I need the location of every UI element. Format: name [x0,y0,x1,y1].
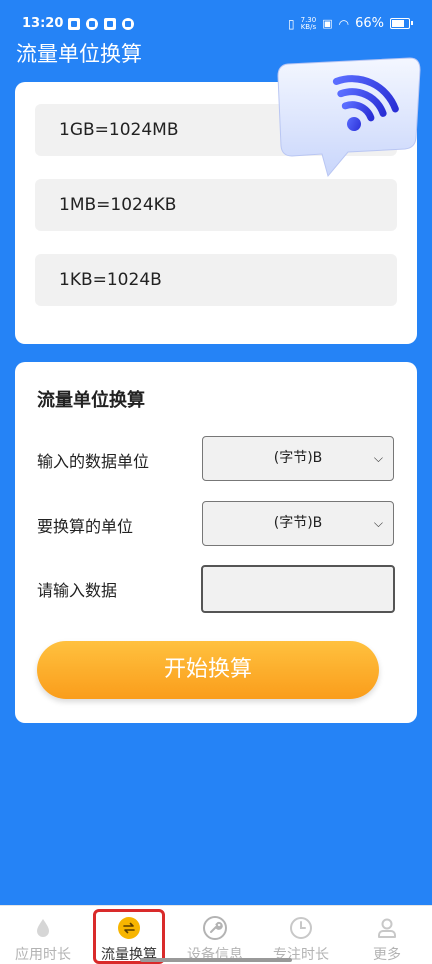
input-unit-label: 输入的数据单位 [37,452,150,471]
nav-item-device-info[interactable]: 设备信息 [172,906,258,964]
start-convert-button[interactable]: 开始换算 [37,641,379,699]
chat-notification-icon [122,18,134,30]
unit-rules-card: 1GB=1024MB 1MB=1024KB 1KB=1024B [15,57,421,344]
input-unit-value: (字节)B [273,450,323,466]
drop-icon [37,919,49,937]
wifi-icon: ◠ [338,16,350,31]
status-bar: 13:20 ▯ 7.30 KB/s ▣ ◠ 66% [0,0,432,36]
data-input-label: 请输入数据 [37,581,118,600]
conversion-form-card: 流量单位换算 输入的数据单位 (字节)B ⌵ 要换算的单位 (字节)B ⌵ 请输… [15,362,417,723]
data-input[interactable] [201,565,395,613]
target-unit-label: 要换算的单位 [37,517,134,536]
signal-bubble-icon [277,57,421,178]
media-notification-icon [68,18,80,30]
battery-icon [390,18,413,29]
chevron-down-icon: ⌵ [373,451,383,465]
nav-item-focus-time[interactable]: 专注时长 [258,906,344,964]
vibrate-icon: ▯ [288,16,295,31]
nav-label: 应用时长 [15,947,71,963]
mail-notification-icon [104,18,116,30]
bottom-nav: 应用时长 流量换算 设备信息 专注时长 更多 [0,905,432,964]
chevron-down-icon: ⌵ [373,516,383,530]
home-indicator[interactable] [140,958,292,962]
target-unit-select[interactable]: (字节)B ⌵ [202,501,394,546]
network-speed-unit: KB/s [300,22,317,31]
form-title: 流量单位换算 [37,390,145,411]
nav-label: 更多 [373,947,401,963]
status-time: 13:20 [22,16,64,31]
person-icon [378,918,396,938]
swap-icon [118,917,140,939]
app-notification-icon [86,18,98,30]
target-unit-value: (字节)B [273,515,323,531]
network-speed: 7.30 KB/s [300,16,317,31]
sim-icon: ▣ [322,17,333,30]
clock-icon [290,917,312,939]
nav-item-traffic-convert[interactable]: 流量换算 [86,906,172,964]
page-title: 流量单位换算 [16,42,142,66]
rule-mb-kb: 1MB=1024KB [35,179,397,231]
rule-kb-b: 1KB=1024B [35,254,397,306]
battery-percent: 66% [355,16,384,31]
nav-item-more[interactable]: 更多 [344,906,430,964]
input-unit-select[interactable]: (字节)B ⌵ [202,436,394,481]
nav-item-app-usage[interactable]: 应用时长 [0,906,86,964]
wrench-icon [203,916,227,940]
